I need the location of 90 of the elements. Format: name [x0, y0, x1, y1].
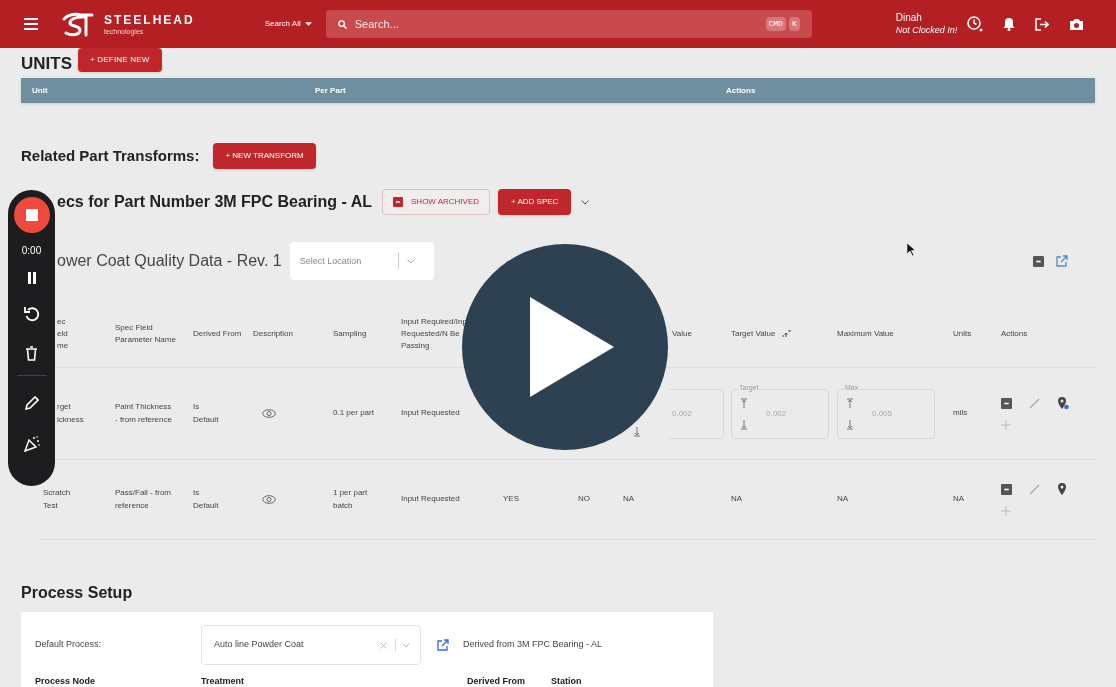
- column-header: Process Node: [35, 675, 97, 687]
- process-select[interactable]: Auto line Powder Coat: [201, 625, 421, 665]
- undo-icon[interactable]: [23, 306, 40, 322]
- pin-icon[interactable]: [1057, 483, 1069, 496]
- column-header: Target Value: [731, 327, 776, 340]
- table-cell: Input Requested: [401, 493, 460, 506]
- column-header: Sampling: [333, 327, 367, 340]
- chevron-down-icon[interactable]: [581, 199, 590, 205]
- archive-icon[interactable]: [1033, 255, 1044, 267]
- show-archived-button[interactable]: SHOW ARCHIVED: [382, 189, 491, 215]
- column-header: Input Required/Inp Requested/N Be Passing: [401, 315, 467, 352]
- sort-icon[interactable]: [781, 330, 792, 337]
- column-header: Actions: [726, 84, 757, 97]
- add-spec-button[interactable]: + ADD SPEC: [498, 189, 572, 215]
- arrow-up-icon: [846, 397, 854, 408]
- table-cell-text: 0.1 per part: [333, 407, 375, 420]
- column-header: ec eld me: [57, 315, 70, 352]
- logo-name: STEELHEAD: [104, 13, 195, 26]
- column-header: Treatment: [201, 675, 245, 687]
- section-title: Process Setup: [21, 585, 134, 601]
- table-cell-text: 1 per part batch: [333, 486, 369, 512]
- logout-icon[interactable]: [1035, 17, 1050, 31]
- section-title: ecs for Part Number 3M FPC Bearing - AL: [57, 192, 373, 212]
- column-header: Station: [551, 675, 583, 687]
- spec-group-title: ower Coat Quality Data - Rev. 1: [57, 251, 282, 271]
- table-cell-text: Paint Thickness - from reference: [115, 400, 173, 426]
- column-header: Value: [672, 327, 692, 340]
- define-new-button[interactable]: + DEFINE NEW: [78, 48, 162, 72]
- eye-icon[interactable]: [262, 495, 276, 504]
- section-title: Related Part Transforms:: [21, 145, 200, 166]
- archive-icon[interactable]: [1001, 398, 1012, 409]
- table-cell-text: Pass/Fail - from reference: [115, 486, 172, 512]
- table-cell-text: Scratch Test: [43, 486, 72, 512]
- table-cell: NA: [623, 493, 635, 506]
- field-label: Default Process:: [35, 638, 103, 652]
- pause-icon[interactable]: [26, 272, 37, 284]
- column-header: Maximum Value: [837, 327, 894, 340]
- archive-icon: [393, 197, 404, 207]
- location-select[interactable]: Select Location: [299, 242, 398, 280]
- mouse-cursor-icon: [907, 243, 916, 257]
- chevron-down-icon: [402, 642, 410, 648]
- search-icon[interactable]: [337, 19, 347, 29]
- column-header: Actions: [1001, 327, 1028, 340]
- eye-icon[interactable]: [262, 409, 276, 418]
- camera-icon[interactable]: [1069, 17, 1085, 31]
- chevron-down-icon: [406, 258, 415, 264]
- external-link-icon[interactable]: [437, 639, 449, 651]
- search-scope-dropdown[interactable]: Search All: [264, 18, 312, 30]
- clock-icon[interactable]: [967, 16, 984, 32]
- column-header: Derived From: [193, 327, 242, 340]
- shortcut-key: CMD: [765, 17, 786, 31]
- search-field[interactable]: Search...: [354, 10, 763, 38]
- arrow-down-icon: [846, 419, 854, 430]
- column-header: Derived From: [467, 675, 527, 687]
- caret-icon: [304, 22, 312, 26]
- table-cell: NA: [837, 493, 849, 506]
- table-cell: NA: [731, 493, 743, 506]
- table-cell-text: Is Default: [193, 400, 217, 426]
- user-name: Dinah: [895, 12, 923, 25]
- section-title: UNITS: [21, 55, 72, 72]
- play-icon: [530, 297, 614, 397]
- column-header: Units: [953, 327, 972, 340]
- timer: 0:00: [21, 244, 42, 258]
- arrow-up-icon: [740, 397, 748, 408]
- table-cell-text: rget ickness: [57, 400, 85, 426]
- clock-status: Not Clocked In!: [895, 24, 958, 36]
- arrow-down-icon: [740, 419, 748, 430]
- archive-icon[interactable]: [1001, 484, 1012, 495]
- table-cell: mils: [953, 407, 968, 420]
- search-bar[interactable]: Search... CMD K: [325, 10, 812, 38]
- table-cell: NA: [953, 493, 965, 506]
- trash-icon[interactable]: [25, 346, 38, 361]
- table-cell-text: Is Default: [193, 486, 217, 512]
- shortcut-key: K: [788, 17, 800, 31]
- arrow-down-icon: [633, 426, 641, 437]
- menu-icon[interactable]: [24, 18, 38, 30]
- column-header: Per Part: [315, 84, 347, 97]
- column-header: Description: [253, 327, 293, 340]
- table-cell: YES: [503, 493, 519, 506]
- confetti-icon[interactable]: [23, 436, 40, 452]
- derived-note: Derived from 3M FPC Bearing - AL: [463, 638, 603, 652]
- new-transform-button[interactable]: + NEW TRANSFORM: [213, 143, 316, 169]
- table-cell: Input Requested: [401, 407, 460, 420]
- column-header: Spec Field Parameter Name: [115, 321, 177, 346]
- external-link-icon[interactable]: [1056, 255, 1068, 267]
- bell-icon[interactable]: [1003, 17, 1016, 31]
- location-dropdown[interactable]: Select Location: [289, 242, 434, 280]
- column-header: Unit: [32, 84, 49, 97]
- stop-record-icon[interactable]: [13, 197, 50, 233]
- table-cell: NO: [578, 493, 590, 506]
